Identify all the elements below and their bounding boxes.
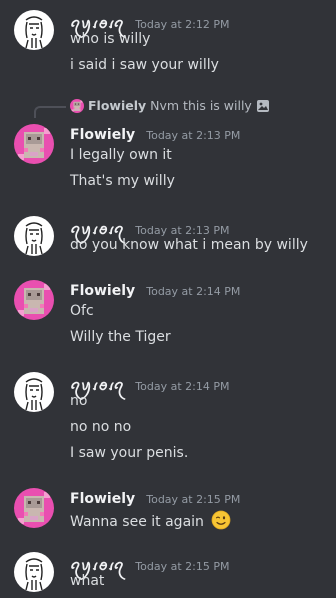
message-header: Flowiely Today at 2:14 PM <box>70 280 240 299</box>
pink-pixel-avatar-icon <box>14 488 54 528</box>
message-header: Flowiely Today at 2:15 PM <box>70 488 240 507</box>
message-text-content: Wanna see it again <box>70 514 204 530</box>
reply-text: Nvm this is willy <box>150 98 252 113</box>
timestamp: Today at 2:14 PM <box>135 380 230 393</box>
message-text: I legally own it <box>70 147 172 163</box>
message-text: who is willy <box>70 31 151 47</box>
message-text: what <box>70 573 105 589</box>
message-text: i said i saw your willy <box>70 57 219 73</box>
reply-username[interactable]: Flowiely <box>88 98 146 113</box>
message-text: I saw your penis. <box>70 445 189 461</box>
message-header: ꪖꪗꪹꪮꪹꪖ Today at 2:14 PM <box>70 372 229 401</box>
reply-spine <box>34 106 66 118</box>
message-text: Ofc <box>70 303 94 319</box>
avatar[interactable] <box>14 216 54 256</box>
sketch-avatar-icon <box>14 372 54 412</box>
reply-preview[interactable]: Flowiely Nvm this is willy <box>70 98 270 113</box>
timestamp: Today at 2:13 PM <box>146 129 241 142</box>
sketch-avatar-icon <box>14 552 54 592</box>
avatar[interactable] <box>14 552 54 592</box>
message-text: Wanna see it again <box>70 510 231 531</box>
sketch-avatar-icon <box>14 10 54 50</box>
pink-pixel-avatar-icon <box>70 99 84 113</box>
avatar[interactable] <box>14 10 54 50</box>
username[interactable]: Flowiely <box>70 283 135 299</box>
timestamp: Today at 2:14 PM <box>146 285 241 298</box>
timestamp: Today at 2:15 PM <box>146 493 241 506</box>
sketch-avatar-icon <box>14 216 54 256</box>
username[interactable]: Flowiely <box>70 491 135 507</box>
pink-pixel-avatar-icon <box>14 124 54 164</box>
winking-face-emoji[interactable] <box>211 510 231 530</box>
avatar[interactable] <box>14 488 54 528</box>
avatar <box>70 99 84 113</box>
image-icon <box>256 99 269 112</box>
message-text: no no no <box>70 419 132 435</box>
message-text: no <box>70 393 88 409</box>
message-header: Flowiely Today at 2:13 PM <box>70 124 240 143</box>
timestamp: Today at 2:15 PM <box>135 560 230 573</box>
message-text: Willy the Tiger <box>70 329 171 345</box>
username[interactable]: Flowiely <box>70 127 135 143</box>
avatar[interactable] <box>14 280 54 320</box>
message-text: That's my willy <box>70 173 175 189</box>
avatar[interactable] <box>14 372 54 412</box>
message-text: do you know what i mean by willy <box>70 237 308 253</box>
pink-pixel-avatar-icon <box>14 280 54 320</box>
avatar[interactable] <box>14 124 54 164</box>
